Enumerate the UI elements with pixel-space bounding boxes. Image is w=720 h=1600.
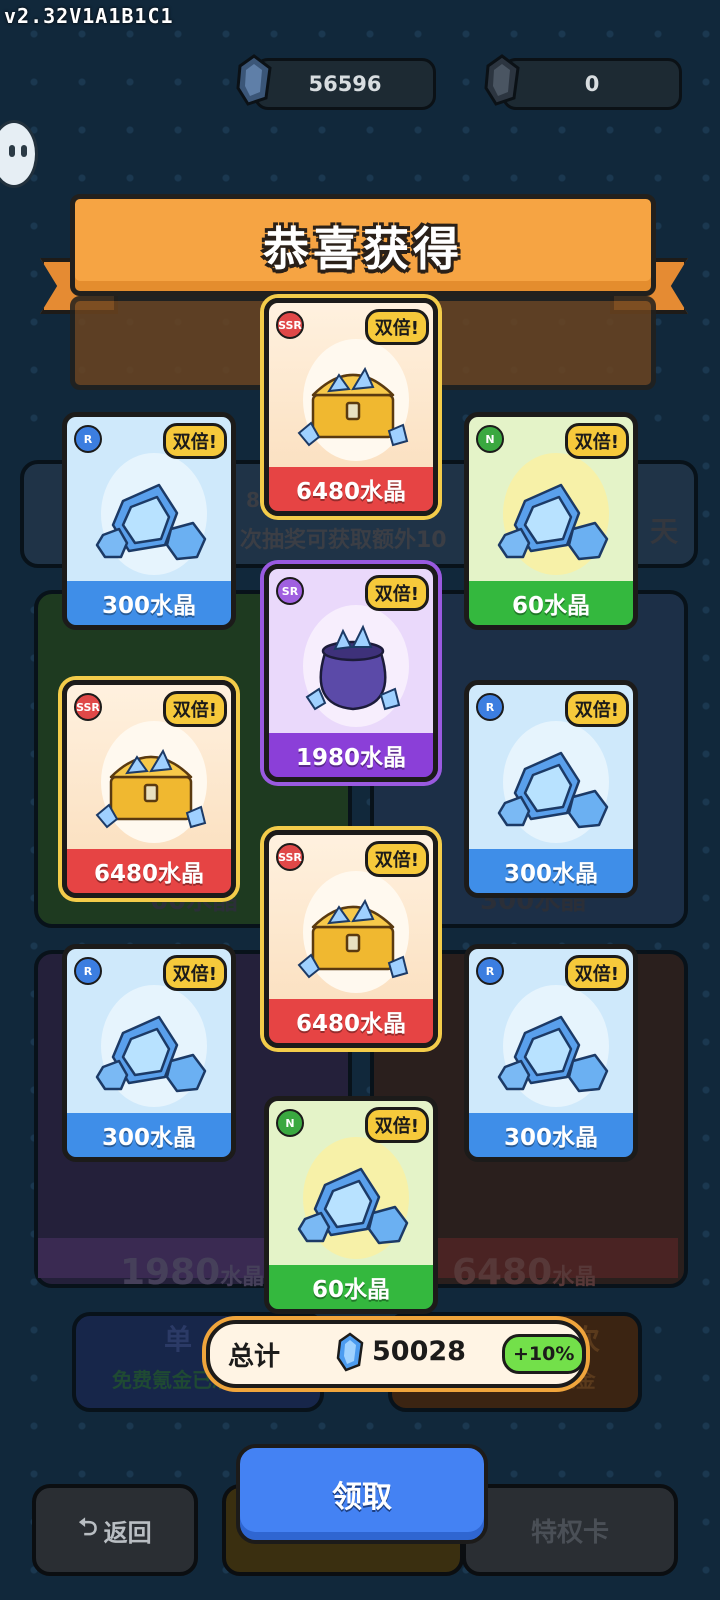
- banner-title: 恭喜获得: [263, 222, 463, 276]
- bg-reward-6480: 6480水晶: [452, 1252, 597, 1293]
- card-reward-label: 60水晶: [469, 581, 633, 625]
- rarity-badge: SSR: [74, 693, 102, 721]
- bg-hint-text: 次抽奖可获取额外10: [240, 528, 447, 553]
- reward-card: R 双倍! 300水晶: [464, 680, 638, 898]
- double-badge: 双倍!: [364, 309, 429, 345]
- rarity-label: SR: [281, 584, 299, 598]
- total-bar: 总计 50028 +10%: [206, 1320, 586, 1388]
- double-badge: 双倍!: [564, 955, 629, 991]
- double-badge: 双倍!: [162, 691, 227, 727]
- bonus-badge: +10%: [502, 1334, 586, 1374]
- total-label: 总计: [228, 1342, 281, 1372]
- claim-button[interactable]: 领取: [236, 1444, 488, 1544]
- double-badge: 双倍!: [564, 423, 629, 459]
- rarity-label: N: [285, 1116, 295, 1130]
- reward-card: N 双倍! 60水晶: [264, 1096, 438, 1314]
- crystal-count: 56596: [308, 72, 382, 96]
- back-button-label: 返回: [103, 1518, 152, 1547]
- rarity-badge: SR: [276, 577, 304, 605]
- rarity-label: R: [83, 964, 93, 978]
- rarity-badge: R: [74, 957, 102, 985]
- total-value: 50028: [372, 1336, 466, 1367]
- rarity-badge: R: [74, 425, 102, 453]
- double-badge: 双倍!: [162, 423, 227, 459]
- claim-button-label: 领取: [332, 1480, 392, 1515]
- rarity-label: SSR: [278, 318, 302, 332]
- rarity-label: R: [485, 964, 495, 978]
- card-reward-label: 6480水晶: [269, 467, 433, 511]
- rarity-label: N: [485, 432, 495, 446]
- rarity-badge: N: [276, 1109, 304, 1137]
- reward-card: SSR 双倍! 6480水晶: [264, 298, 438, 516]
- card-reward-label: 6480水晶: [269, 999, 433, 1043]
- bg-single-draw-label: 单: [164, 1323, 193, 1356]
- crystal-icon: [336, 1332, 364, 1372]
- privilege-card-label: 特权卡: [530, 1517, 609, 1548]
- rarity-badge: R: [476, 693, 504, 721]
- rarity-label: SSR: [278, 850, 302, 864]
- double-badge: 双倍!: [162, 955, 227, 991]
- double-badge: 双倍!: [564, 691, 629, 727]
- rarity-badge: R: [476, 957, 504, 985]
- card-reward-label: 1980水晶: [269, 733, 433, 777]
- card-reward-label: 60水晶: [269, 1265, 433, 1309]
- card-reward-label: 300水晶: [67, 581, 231, 625]
- rarity-label: SSR: [76, 700, 100, 714]
- dark-crystal-count: 0: [584, 72, 600, 96]
- rarity-label: R: [83, 432, 93, 446]
- back-arrow-icon: ⮌: [78, 1512, 98, 1541]
- reward-card: SSR 双倍! 6480水晶: [62, 680, 236, 898]
- back-button[interactable]: ⮌ 返回: [32, 1484, 198, 1576]
- bg-day-text: 天: [650, 515, 679, 548]
- congrats-banner: 恭喜获得: [70, 194, 656, 296]
- dark-crystal-counter: 0: [502, 58, 682, 110]
- reward-card: R 双倍! 300水晶: [62, 944, 236, 1162]
- double-badge: 双倍!: [364, 575, 429, 611]
- reward-card: SR 双倍! 1980水晶: [264, 564, 438, 782]
- version-label: v2.32V1A1B1C1: [4, 4, 174, 28]
- dark-crystal-icon: [484, 54, 520, 106]
- reward-card: SSR 双倍! 6480水晶: [264, 830, 438, 1048]
- bg-reward-1980: 1980水晶: [120, 1252, 265, 1293]
- reward-card: N 双倍! 60水晶: [464, 412, 638, 630]
- bg-text-8: 8: [246, 488, 260, 512]
- card-reward-label: 300水晶: [67, 1113, 231, 1157]
- card-reward-label: 6480水晶: [67, 849, 231, 893]
- double-badge: 双倍!: [364, 1107, 429, 1143]
- reward-card: R 双倍! 300水晶: [62, 412, 236, 630]
- rarity-label: R: [485, 700, 495, 714]
- double-badge: 双倍!: [364, 841, 429, 877]
- crystal-icon: [236, 54, 272, 106]
- reward-card: R 双倍! 300水晶: [464, 944, 638, 1162]
- card-reward-label: 300水晶: [469, 849, 633, 893]
- rarity-badge: SSR: [276, 843, 304, 871]
- card-reward-label: 300水晶: [469, 1113, 633, 1157]
- rarity-badge: SSR: [276, 311, 304, 339]
- privilege-card-button[interactable]: 特权卡: [462, 1484, 678, 1576]
- crystal-counter: 56596: [254, 58, 436, 110]
- rarity-badge: N: [476, 425, 504, 453]
